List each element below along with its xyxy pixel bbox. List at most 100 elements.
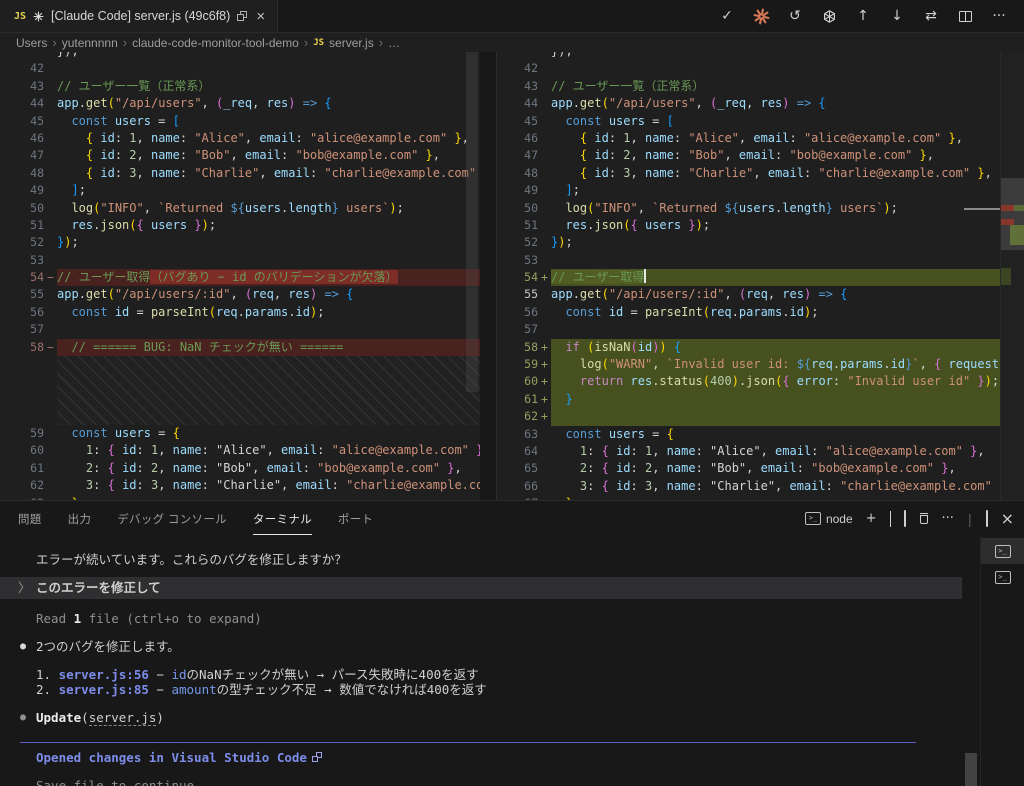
js-file-icon: JS <box>313 38 324 48</box>
terminal-line: Save file to continue… <box>0 777 962 786</box>
code-line: 57 <box>0 321 480 338</box>
code-line: 54−// ユーザー取得（バグあり − id のバリデーションが欠落） <box>0 269 480 286</box>
diff-editor[interactable]: });4243// ユーザー一覧（正常系）44app.get("/api/use… <box>0 52 1024 500</box>
arrow-down-icon[interactable]: ↓ <box>886 5 908 27</box>
code-line: 63 const users = { <box>497 426 1000 443</box>
minimap-added-mark <box>1014 205 1024 211</box>
editor-actions: ✓ ↺ ↑ ↓ ⇄ ··· <box>716 0 1024 32</box>
breadcrumb-item[interactable]: Users <box>16 36 47 50</box>
new-terminal-button[interactable]: + <box>866 511 877 526</box>
code-line: 46 { id: 1, name: "Alice", email: "alice… <box>497 130 1000 147</box>
code-line: 58− // ====== BUG: NaN チェックが無い ====== <box>0 339 480 356</box>
claude-burst-icon[interactable] <box>750 5 772 27</box>
code-line: 53 <box>497 252 1000 269</box>
swap-icon[interactable]: ⇄ <box>920 5 942 27</box>
code-line: 66 3: { id: 3, name: "Charlie", email: "… <box>497 478 1000 495</box>
panel-tab-デバッグ コンソール[interactable]: デバッグ コンソール <box>117 502 227 535</box>
prompt-chevron-icon: 〉 <box>18 579 31 597</box>
check-icon[interactable]: ✓ <box>716 5 738 27</box>
maximize-panel-button[interactable] <box>986 511 988 526</box>
terminal-dropdown-button[interactable] <box>890 511 891 526</box>
breadcrumb-item[interactable]: yutennnnn <box>62 36 118 50</box>
diff-pane-modified[interactable]: });4243// ユーザー一覧（正常系）44app.get("/api/use… <box>497 52 1024 500</box>
minimap-pointer-line <box>964 208 1000 210</box>
code-line: 60+ return res.status(400).json({ error:… <box>497 373 1000 390</box>
close-panel-button[interactable]: × <box>1001 509 1014 528</box>
openai-icon[interactable] <box>818 5 840 27</box>
code-line: 43// ユーザー一覧（正常系） <box>0 78 480 95</box>
terminal-gap <box>0 656 962 667</box>
code-line: 42 <box>0 60 480 77</box>
panel-actions: >_ node + ··· | × <box>805 509 1014 528</box>
code-line: }); <box>0 52 480 60</box>
code-line: }); <box>497 52 1000 60</box>
open-changes-icon[interactable] <box>237 11 247 21</box>
shell-name: node <box>826 512 853 526</box>
code-line: 61+ } <box>497 391 1000 408</box>
kill-terminal-button[interactable] <box>919 513 929 525</box>
left-pane-scrollbar[interactable] <box>466 52 478 392</box>
more-icon[interactable]: ··· <box>988 5 1010 27</box>
terminal-scrollbar[interactable] <box>962 536 980 786</box>
code-line: 57 <box>497 321 1000 338</box>
code-line: 44app.get("/api/users", (_req, res) => { <box>497 95 1000 112</box>
panel-tab-ポート[interactable]: ポート <box>338 502 373 535</box>
terminal-list-item[interactable]: >_ <box>981 538 1024 564</box>
code-line: 48 { id: 3, name: "Charlie", email: "cha… <box>0 165 480 182</box>
code-line: 51 res.json({ users }); <box>0 217 480 234</box>
panel-more-button[interactable]: ··· <box>942 511 954 526</box>
breadcrumb-separator: › <box>123 35 127 50</box>
tab-close-icon[interactable]: × <box>256 9 265 24</box>
code-line: 50 log("INFO", `Returned ${users.length}… <box>497 200 1000 217</box>
tab-bar: JS [Claude Code] server.js (49c6f8) × ✓ ↺… <box>0 0 1024 33</box>
breadcrumb-item[interactable]: server.js <box>329 36 374 50</box>
bottom-panel: 問題出力デバッグ コンソールターミナルポート >_ node + ··· | ×… <box>0 500 1024 786</box>
terminal-line: ●Update(server.js) <box>0 709 962 727</box>
terminal-icon: >_ <box>995 545 1011 558</box>
code-line: 53 <box>0 252 480 269</box>
terminal-line: Read 1 file (ctrl+o to expand) <box>0 610 962 628</box>
terminal-list-item[interactable]: >_ <box>981 564 1024 590</box>
minimap-added-mark <box>1010 225 1024 245</box>
code-line: 51 res.json({ users }); <box>497 217 1000 234</box>
terminal-gap <box>0 697 962 709</box>
code-line: 64 1: { id: 1, name: "Alice", email: "al… <box>497 443 1000 460</box>
split-terminal-button[interactable] <box>904 511 906 526</box>
breadcrumb-item[interactable]: claude-code-monitor-tool-demo <box>132 36 299 50</box>
code-line: 43// ユーザー一覧（正常系） <box>497 78 1000 95</box>
diff-pane-original[interactable]: });4243// ユーザー一覧（正常系）44app.get("/api/use… <box>0 52 480 500</box>
panel-tab-問題[interactable]: 問題 <box>18 502 42 535</box>
minimap-added-region <box>1001 268 1011 285</box>
terminal-gap <box>0 599 962 610</box>
terminal-gap <box>0 727 962 742</box>
minimap[interactable] <box>1000 52 1024 500</box>
breadcrumb: Users›yutennnnn›claude-code-monitor-tool… <box>0 33 1024 52</box>
undo-icon[interactable]: ↺ <box>784 5 806 27</box>
code-line: 65 2: { id: 2, name: "Bob", email: "bob@… <box>497 460 1000 477</box>
js-file-icon: JS <box>14 11 26 22</box>
panel-tab-ターミナル[interactable]: ターミナル <box>253 502 312 535</box>
breadcrumb-item[interactable]: … <box>388 36 400 50</box>
terminal-gap <box>0 767 962 777</box>
terminal-gap <box>0 628 962 638</box>
code-line: 59 const users = { <box>0 425 480 442</box>
editor-tab[interactable]: JS [Claude Code] server.js (49c6f8) × <box>0 0 278 32</box>
arrow-up-icon[interactable]: ↑ <box>852 5 874 27</box>
code-line: 55app.get("/api/users/:id", (req, res) =… <box>0 286 480 303</box>
code-line: 67 }; <box>497 495 1000 500</box>
active-terminal-label[interactable]: >_ node <box>805 512 853 526</box>
diff-filler-row <box>0 356 480 425</box>
terminal-scrollbar-thumb[interactable] <box>965 753 977 786</box>
terminal-output[interactable]: エラーが続いています。これらのバグを修正しますか？〉このエラーを修正してRead… <box>0 536 962 786</box>
code-line: 49 ]; <box>497 182 1000 199</box>
code-line: 48 { id: 3, name: "Charlie", email: "cha… <box>497 165 1000 182</box>
split-editor-icon[interactable] <box>954 5 976 27</box>
code-line: 50 log("INFO", `Returned ${users.length}… <box>0 200 480 217</box>
code-line: 46 { id: 1, name: "Alice", email: "alice… <box>0 130 480 147</box>
terminal-line: エラーが続いています。これらのバグを修正しますか？ <box>0 551 962 569</box>
code-line: 49 ]; <box>0 182 480 199</box>
code-line: 45 const users = [ <box>497 113 1000 130</box>
panel-tab-出力[interactable]: 出力 <box>68 502 92 535</box>
code-line: 62 3: { id: 3, name: "Charlie", email: "… <box>0 477 480 494</box>
code-line: 58+ if (isNaN(id)) { <box>497 339 1000 356</box>
